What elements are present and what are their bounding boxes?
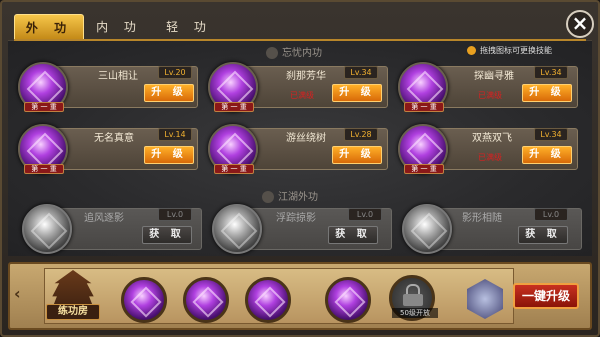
skill-name: 探幽寻雅 <box>474 71 514 82</box>
skill-tier-tag: 第 一 重 <box>404 102 444 112</box>
skill-name: 无名真意 <box>94 133 134 144</box>
equipped-skill-slot[interactable] <box>183 277 229 323</box>
info-icon <box>467 46 476 55</box>
tab-inner-skill[interactable]: 内 功 <box>84 14 154 40</box>
acquire-button[interactable]: 获 取 <box>328 226 378 244</box>
close-button[interactable]: × <box>566 10 594 38</box>
skill-level: Lv.0 <box>158 208 192 221</box>
special-skill-slot[interactable] <box>467 279 503 319</box>
slot-tray: 50级开放 <box>44 268 514 324</box>
max-level-warning: 已满级 <box>290 91 314 100</box>
lock-icon-body <box>403 294 423 306</box>
skill-name: 三山相让 <box>98 71 138 82</box>
upgrade-button[interactable]: 升 级 <box>522 146 572 164</box>
skill-card[interactable]: 追风逐影 Lv.0 获 取 <box>22 204 202 254</box>
upgrade-button[interactable]: 升 级 <box>522 84 572 102</box>
skill-card[interactable]: 浮踪掠影 Lv.0 获 取 <box>212 204 392 254</box>
tab-bar: 外 功 内 功 轻 功 <box>14 14 224 40</box>
upgrade-button[interactable]: 升 级 <box>332 84 382 102</box>
skill-card[interactable]: 第 一 重 三山相让 Lv.20 升 级 <box>18 62 198 112</box>
skill-card[interactable]: 第 一 重 刹那芳华 Lv.34 已满级 升 级 <box>208 62 388 112</box>
skill-tier-tag: 第 一 重 <box>24 102 64 112</box>
section-inner-title: 忘忧内功 <box>266 44 322 59</box>
skill-icon[interactable] <box>22 204 72 254</box>
equipped-skill-slot[interactable] <box>245 277 291 323</box>
upgrade-button[interactable]: 升 级 <box>144 146 194 164</box>
section-icon <box>262 191 274 203</box>
hint-text: 拖拽图标可更换技能 <box>467 45 552 56</box>
section-icon <box>266 47 278 59</box>
skill-level: Lv.34 <box>534 128 568 141</box>
chevron-left-icon[interactable]: ‹ <box>14 284 21 303</box>
section-outer-title: 江湖外功 <box>262 188 318 203</box>
skill-tier-tag: 第 一 重 <box>214 164 254 174</box>
tab-light-skill[interactable]: 轻 功 <box>154 14 224 40</box>
skill-card[interactable]: 第 一 重 游丝绕树 Lv.28 升 级 <box>208 124 388 174</box>
tab-underline <box>14 39 586 41</box>
skill-card[interactable]: 第 一 重 无名真意 Lv.14 升 级 <box>18 124 198 174</box>
skill-tier-tag: 第 一 重 <box>404 164 444 174</box>
lock-text: 50级开放 <box>392 308 438 318</box>
skill-name: 双燕双飞 <box>472 133 512 144</box>
skill-card[interactable]: 影形相随 Lv.0 获 取 <box>402 204 582 254</box>
skill-card[interactable]: 第 一 重 双燕双飞 Lv.34 已满级 升 级 <box>398 124 578 174</box>
skill-icon[interactable] <box>402 204 452 254</box>
locked-slot[interactable]: 50级开放 <box>389 275 438 321</box>
skill-name: 浮踪掠影 <box>276 213 316 224</box>
skill-card[interactable]: 第 一 重 探幽寻雅 Lv.34 已满级 升 级 <box>398 62 578 112</box>
skill-level: Lv.28 <box>344 128 378 141</box>
skill-name: 刹那芳华 <box>286 71 326 82</box>
skill-level: Lv.14 <box>158 128 192 141</box>
upgrade-button[interactable]: 升 级 <box>144 84 194 102</box>
acquire-button[interactable]: 获 取 <box>518 226 568 244</box>
skill-icon[interactable] <box>212 204 262 254</box>
skill-level: Lv.34 <box>344 66 378 79</box>
skill-name: 游丝绕树 <box>286 133 326 144</box>
skill-level: Lv.20 <box>158 66 192 79</box>
acquire-button[interactable]: 获 取 <box>142 226 192 244</box>
equipped-skill-slot[interactable] <box>121 277 167 323</box>
upgrade-all-button[interactable]: 一键升级 <box>513 283 579 309</box>
skill-level: Lv.0 <box>348 208 382 221</box>
skill-name: 影形相随 <box>462 213 502 224</box>
skill-name: 追风逐影 <box>84 213 124 224</box>
skill-slot-bar: ‹ 50级开放 练功房 <box>8 262 592 330</box>
skill-level: Lv.34 <box>534 66 568 79</box>
tab-outer-skill[interactable]: 外 功 <box>14 14 84 40</box>
skill-tier-tag: 第 一 重 <box>214 102 254 112</box>
equipped-skill-slot[interactable] <box>325 277 371 323</box>
training-room-label[interactable]: 练功房 <box>46 304 100 320</box>
upgrade-button[interactable]: 升 级 <box>332 146 382 164</box>
skill-level: Lv.0 <box>534 208 568 221</box>
max-level-warning: 已满级 <box>478 153 502 162</box>
skill-tier-tag: 第 一 重 <box>24 164 64 174</box>
max-level-warning: 已满级 <box>478 91 502 100</box>
